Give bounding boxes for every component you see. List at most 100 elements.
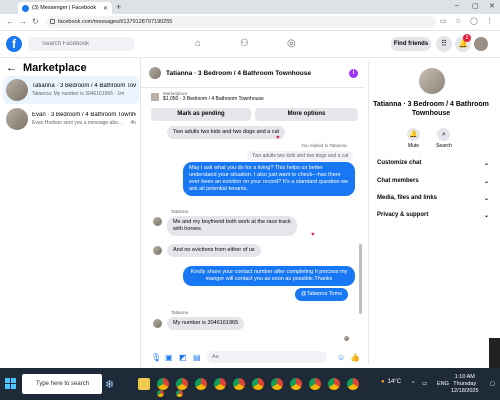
language-indicator[interactable]: ENG xyxy=(437,381,449,387)
mention-message[interactable]: @Tatianna Toms xyxy=(295,288,348,301)
listing-image xyxy=(151,92,159,101)
new-tab-icon[interactable]: + xyxy=(116,2,121,12)
seen-receipt-avatar xyxy=(344,336,349,341)
conversation-details-panel: Tatianna · 3 Bedroom / 4 Bathroom Townho… xyxy=(368,62,492,364)
facebook-logo-icon[interactable]: f xyxy=(6,36,22,52)
search-button[interactable]: ⌕ Search xyxy=(436,128,452,149)
marketplace-sidebar: ← Marketplace Tatianna · 3 Bedroom / 4 B… xyxy=(0,58,141,368)
sender-avatar[interactable] xyxy=(153,246,162,255)
chrome-icon[interactable] xyxy=(195,378,207,390)
conversation-preview: Tatianna: My number is 3046161965 · 1m xyxy=(32,91,125,97)
menu-icon[interactable]: ⋮ xyxy=(486,17,493,25)
chrome-icon[interactable] xyxy=(347,378,359,390)
friends-icon[interactable]: ⚇ xyxy=(240,38,249,49)
outgoing-message[interactable]: May I ask what you do for a living? This… xyxy=(183,162,355,196)
url-field[interactable]: facebook.com/messages/t/1379128797190255 xyxy=(46,16,436,28)
listing-avatar[interactable] xyxy=(419,68,445,94)
chrome-icon[interactable] xyxy=(214,378,226,390)
quoted-message[interactable]: Two adults two kids and two dogs and a c… xyxy=(247,151,354,161)
clock-day: Thursday xyxy=(453,381,477,387)
mark-pending-button[interactable]: Mark as pending xyxy=(151,108,251,121)
chrome-icon[interactable] xyxy=(176,390,183,397)
snowflake-icon[interactable]: ❄ xyxy=(105,378,114,391)
side-widget-strip[interactable] xyxy=(489,338,500,368)
emoji-icon[interactable]: ☺ xyxy=(337,353,345,362)
chat-panel: Tatianna · 3 Bedroom / 4 Bathroom Townho… xyxy=(141,58,365,368)
bookmark-icon[interactable]: ☆ xyxy=(455,17,461,25)
row-label: Privacy & support xyxy=(377,212,429,218)
file-explorer-icon[interactable] xyxy=(138,378,150,390)
close-window-icon[interactable]: ✕ xyxy=(489,2,495,10)
scroll-thumb[interactable] xyxy=(359,244,362,314)
chrome-icon[interactable] xyxy=(271,378,283,390)
reload-icon[interactable]: ↻ xyxy=(32,17,39,26)
listing-thumbnail xyxy=(6,108,28,130)
incoming-message[interactable]: Me and my boyfriend both work at the rac… xyxy=(167,216,297,236)
weather-widget[interactable]: ● 14°C xyxy=(381,379,401,385)
sticker-icon[interactable]: ◩ xyxy=(179,353,187,362)
heart-reaction-icon[interactable]: ♥ xyxy=(311,232,315,238)
taskbar-search-input[interactable]: Type here to search xyxy=(22,374,102,394)
listing-summary[interactable]: Marketplace $1,050 · 3 Bedroom / 4 Bathr… xyxy=(151,91,264,102)
chrome-icon[interactable] xyxy=(328,378,340,390)
chrome-icon[interactable] xyxy=(157,390,164,397)
profile-icon[interactable]: ◯ xyxy=(470,17,478,25)
site-info-icon[interactable] xyxy=(50,19,55,24)
info-icon[interactable]: i xyxy=(349,69,358,78)
incoming-message[interactable]: My number is 3046161965 xyxy=(167,317,245,330)
chrome-icon[interactable] xyxy=(233,378,245,390)
conversation-item[interactable]: Evan · 3 Bedroom / 4 Bathroom Townhouse … xyxy=(3,105,139,133)
chat-scrollbar[interactable] xyxy=(358,124,362,346)
back-icon[interactable]: ← xyxy=(6,17,14,26)
chrome-icon[interactable] xyxy=(176,378,188,390)
back-arrow-icon[interactable]: ← xyxy=(6,62,17,74)
media-files-row[interactable]: Media, files and links ⌄ xyxy=(377,195,489,202)
row-label: Customize chat xyxy=(377,160,422,166)
chat-title[interactable]: Tatianna · 3 Bedroom / 4 Bathroom Townho… xyxy=(166,70,311,77)
system-clock[interactable]: 1:10 AM Thursday 12/18/2025 xyxy=(451,374,479,395)
tray-chevron-icon[interactable]: ^ xyxy=(412,381,415,387)
microphone-icon[interactable]: 🎙 xyxy=(151,353,161,362)
chrome-icon[interactable] xyxy=(252,378,264,390)
maximize-icon[interactable]: ▢ xyxy=(472,2,479,10)
network-icon[interactable]: ▭ xyxy=(422,381,427,387)
sender-avatar[interactable] xyxy=(153,217,162,226)
sender-avatar[interactable] xyxy=(153,319,162,328)
close-tab-icon[interactable]: ✕ xyxy=(103,5,108,12)
forward-icon[interactable]: → xyxy=(19,17,27,26)
chat-members-row[interactable]: Chat members ⌄ xyxy=(377,178,489,185)
message-input[interactable] xyxy=(207,351,327,363)
windows-start-icon[interactable] xyxy=(5,378,16,389)
gif-icon[interactable]: ▤ xyxy=(193,353,201,362)
minimize-icon[interactable]: – xyxy=(455,2,459,9)
temperature: 14°C xyxy=(387,379,402,385)
thumbs-up-icon[interactable]: 👍 xyxy=(350,353,360,362)
privacy-support-row[interactable]: Privacy & support ⌄ xyxy=(377,212,489,219)
home-icon[interactable]: ⌂ xyxy=(195,38,201,49)
find-friends-button[interactable]: Find friends xyxy=(391,37,431,51)
details-title: Tatianna · 3 Bedroom / 4 Bathroom Townho… xyxy=(373,101,489,117)
heart-reaction-icon[interactable]: ♥ xyxy=(276,135,280,141)
notification-badge: 2 xyxy=(463,34,471,42)
menu-grid-icon[interactable]: ⠿ xyxy=(436,36,452,52)
chrome-icon[interactable] xyxy=(290,378,302,390)
chrome-icon[interactable] xyxy=(157,378,169,390)
conversation-item[interactable]: Tatianna · 3 Bedroom / 4 Bathroom Townho… xyxy=(3,76,139,104)
taskbar: ⌕ Type here to search ❄ ● 14°C ^ ▭ ENG 1… xyxy=(0,368,500,400)
facebook-search-input[interactable] xyxy=(28,37,135,51)
chat-avatar[interactable] xyxy=(149,67,161,79)
customize-chat-row[interactable]: Customize chat ⌄ xyxy=(377,160,489,167)
photo-icon[interactable]: ▣ xyxy=(165,353,173,362)
more-options-button[interactable]: More options xyxy=(255,108,358,121)
groups-icon[interactable]: ◎ xyxy=(287,38,296,49)
incoming-message[interactable]: Two adults two kids and two dogs and a c… xyxy=(167,126,286,139)
tab-messenger[interactable]: (3) Messenger | Facebook ✕ xyxy=(18,2,112,14)
incoming-message[interactable]: And no evictions from either of us xyxy=(167,244,261,257)
chrome-icon[interactable] xyxy=(309,378,321,390)
mute-button[interactable]: 🔔 Mute xyxy=(407,128,420,149)
listing-thumbnail xyxy=(6,79,28,101)
account-avatar[interactable] xyxy=(474,37,488,51)
cast-icon[interactable]: ▭ xyxy=(440,17,447,25)
notification-center-icon[interactable]: ▢ xyxy=(490,381,495,387)
outgoing-message[interactable]: Kindly share your contact number after c… xyxy=(183,266,355,286)
